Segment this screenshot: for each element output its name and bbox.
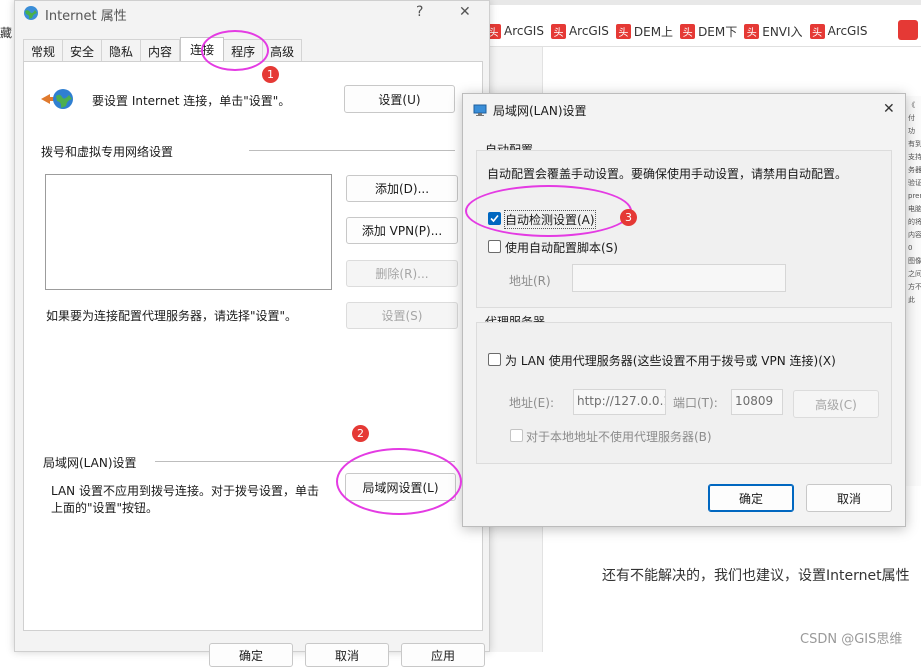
step-badge-3: 3 [620,209,637,226]
bookmark-label: ENVI入 [762,24,803,39]
right-snippet-text: 《 [908,101,915,109]
step-badge-1: 1 [262,66,279,83]
script-address-label: 地址(R) [509,274,551,288]
cancel-button-partial[interactable]: 取消 [305,643,389,667]
lan-text-line2: 上面的"设置"按钮。 [51,501,159,515]
lan-text-line1: LAN 设置不应用到拨号连接。对于拨号设置，单击 [51,484,319,498]
highlight-circle-auto-detect [465,185,632,237]
lan-dialog-icon [473,103,487,117]
close-icon[interactable]: ✕ [459,4,471,20]
bookmark-label: ArcGIS [504,24,544,38]
bookmark-item[interactable]: 头 ENVI入 [744,23,803,40]
dialup-separator [249,150,455,151]
add-button[interactable]: 添加(D)... [346,175,458,202]
globe-icon [23,5,39,21]
auto-config-desc: 自动配置会覆盖手动设置。要确保使用手动设置，请禁用自动配置。 [487,167,848,181]
right-snippet-text: 务器 [908,166,921,174]
right-snippet-text: 有到 [908,140,921,148]
tab-content[interactable]: 内容 [141,39,181,61]
bookmarks-bar: 头 ArcGIS 头 ArcGIS 头 DEM上头 DEM下头 ENVI入头 ArcGIS [480,16,921,46]
right-snippet-text: 内容 [908,231,921,239]
auto-script-label[interactable]: 使用自动配置脚本(S) [505,239,618,256]
lan-section-label: 局域网(LAN)设置 [43,456,137,470]
right-snippet-text: 验证 [908,179,921,187]
use-proxy-label[interactable]: 为 LAN 使用代理服务器(这些设置不用于拨号或 VPN 连接)(X) [505,352,836,369]
help-button[interactable]: ? [416,4,423,20]
bookmarks-divider [480,46,921,47]
bypass-local-label[interactable]: 对于本地地址不使用代理服务器(B) [526,428,712,445]
window-title: Internet 属性 [45,9,127,24]
tab-general[interactable]: 常规 [23,39,64,61]
right-snippet-text: 之间 [908,270,921,278]
proxy-address-input[interactable]: http://127.0.0.1 [573,389,666,415]
left-edge-text: 藏 [0,26,13,40]
highlight-circle-lan-button [336,448,462,515]
right-panel: 《付功有到支持务器验证 pren 电脑的将内容 0 图像之间方不此 [904,96,921,486]
right-snippet-text: 付 [908,114,915,122]
advanced-button[interactable]: 高级(C) [793,390,879,418]
setup-text: 要设置 Internet 连接，单击"设置"。 [92,94,291,108]
bookmark-item[interactable]: 头 ArcGIS [486,23,544,39]
setup-button[interactable]: 设置(U) [344,85,455,113]
delete-button[interactable]: 删除(R)... [346,260,458,287]
right-snippet-text: pren [908,192,921,200]
bypass-local-checkbox[interactable] [510,429,523,442]
add-vpn-button[interactable]: 添加 VPN(P)... [346,217,458,244]
lan-settings-dialog: 局域网(LAN)设置 ✕ 自动配置 自动配置会覆盖手动设置。要确保使用手动设置，… [462,93,906,527]
article-text: 还有不能解决的，我们也建议，设置Internet属性 [602,568,910,584]
script-address-input[interactable] [572,264,786,292]
proxy-address-label: 地址(E): [509,396,554,410]
bookmark-badge-icon: 头 [550,23,566,39]
close-icon[interactable]: ✕ [883,101,895,117]
bookmark-label: DEM上 [633,24,674,39]
ok-button-partial[interactable]: 确定 [209,643,293,667]
csdn-watermark: CSDN @GIS思维 [800,632,903,647]
right-snippet-text: 图像 [908,257,921,265]
port-input[interactable]: 10809 [731,389,783,415]
bookmark-item[interactable]: 头 DEM下 [680,23,737,40]
port-label: 端口(T): [673,396,718,410]
right-snippet-text: 电脑 [908,205,921,213]
auto-script-checkbox[interactable] [488,240,501,253]
bookmark-item[interactable]: 头 ArcGIS [550,23,609,39]
tab-privacy[interactable]: 隐私 [102,39,142,61]
proxy-hint-text: 如果要为连接配置代理服务器，请选择"设置"。 [46,309,298,323]
bookmark-label: ArcGIS [568,24,609,38]
bookmark-badge-icon: 头 [680,23,696,39]
right-snippet-text: 此 [908,296,915,304]
highlight-circle-connections-tab [201,30,269,71]
internet-options-window: Internet 属性 ? ✕ 常规 安全 隐私 内容 连接 程序 高级 要设置… [14,0,490,667]
step-badge-2: 2 [352,425,369,442]
bookmark-badge-icon: 头 [809,23,825,39]
apply-button-partial[interactable]: 应用 [401,643,485,667]
lan-dialog-title: 局域网(LAN)设置 [493,104,587,118]
bookmark-item[interactable]: 头 ArcGIS [809,23,868,39]
cancel-button[interactable]: 取消 [806,484,892,512]
bookmark-item[interactable]: 头 DEM上 [615,23,674,40]
right-snippet-text: 支持 [908,153,921,161]
bookmark-label: ArcGIS [827,24,868,38]
tab-security[interactable]: 安全 [63,39,103,61]
settings-button[interactable]: 设置(S) [346,302,458,329]
bookmark-label: DEM下 [698,24,738,39]
right-red-button[interactable] [898,20,918,40]
ok-button[interactable]: 确定 [708,484,794,512]
network-setup-icon [41,87,75,111]
browser-top-strip [480,0,921,5]
use-proxy-checkbox[interactable] [488,353,501,366]
right-snippet-text: 的将 [908,218,921,226]
right-snippet-text: 功 [908,127,915,135]
bookmark-badge-icon: 头 [615,23,631,39]
bookmark-badge-icon: 头 [744,23,760,39]
dialup-section-label: 拨号和虚拟专用网络设置 [41,145,174,159]
right-snippet-text: 方不 [908,283,921,291]
right-snippet-text: 0 [908,244,913,252]
connection-list[interactable] [45,174,332,290]
